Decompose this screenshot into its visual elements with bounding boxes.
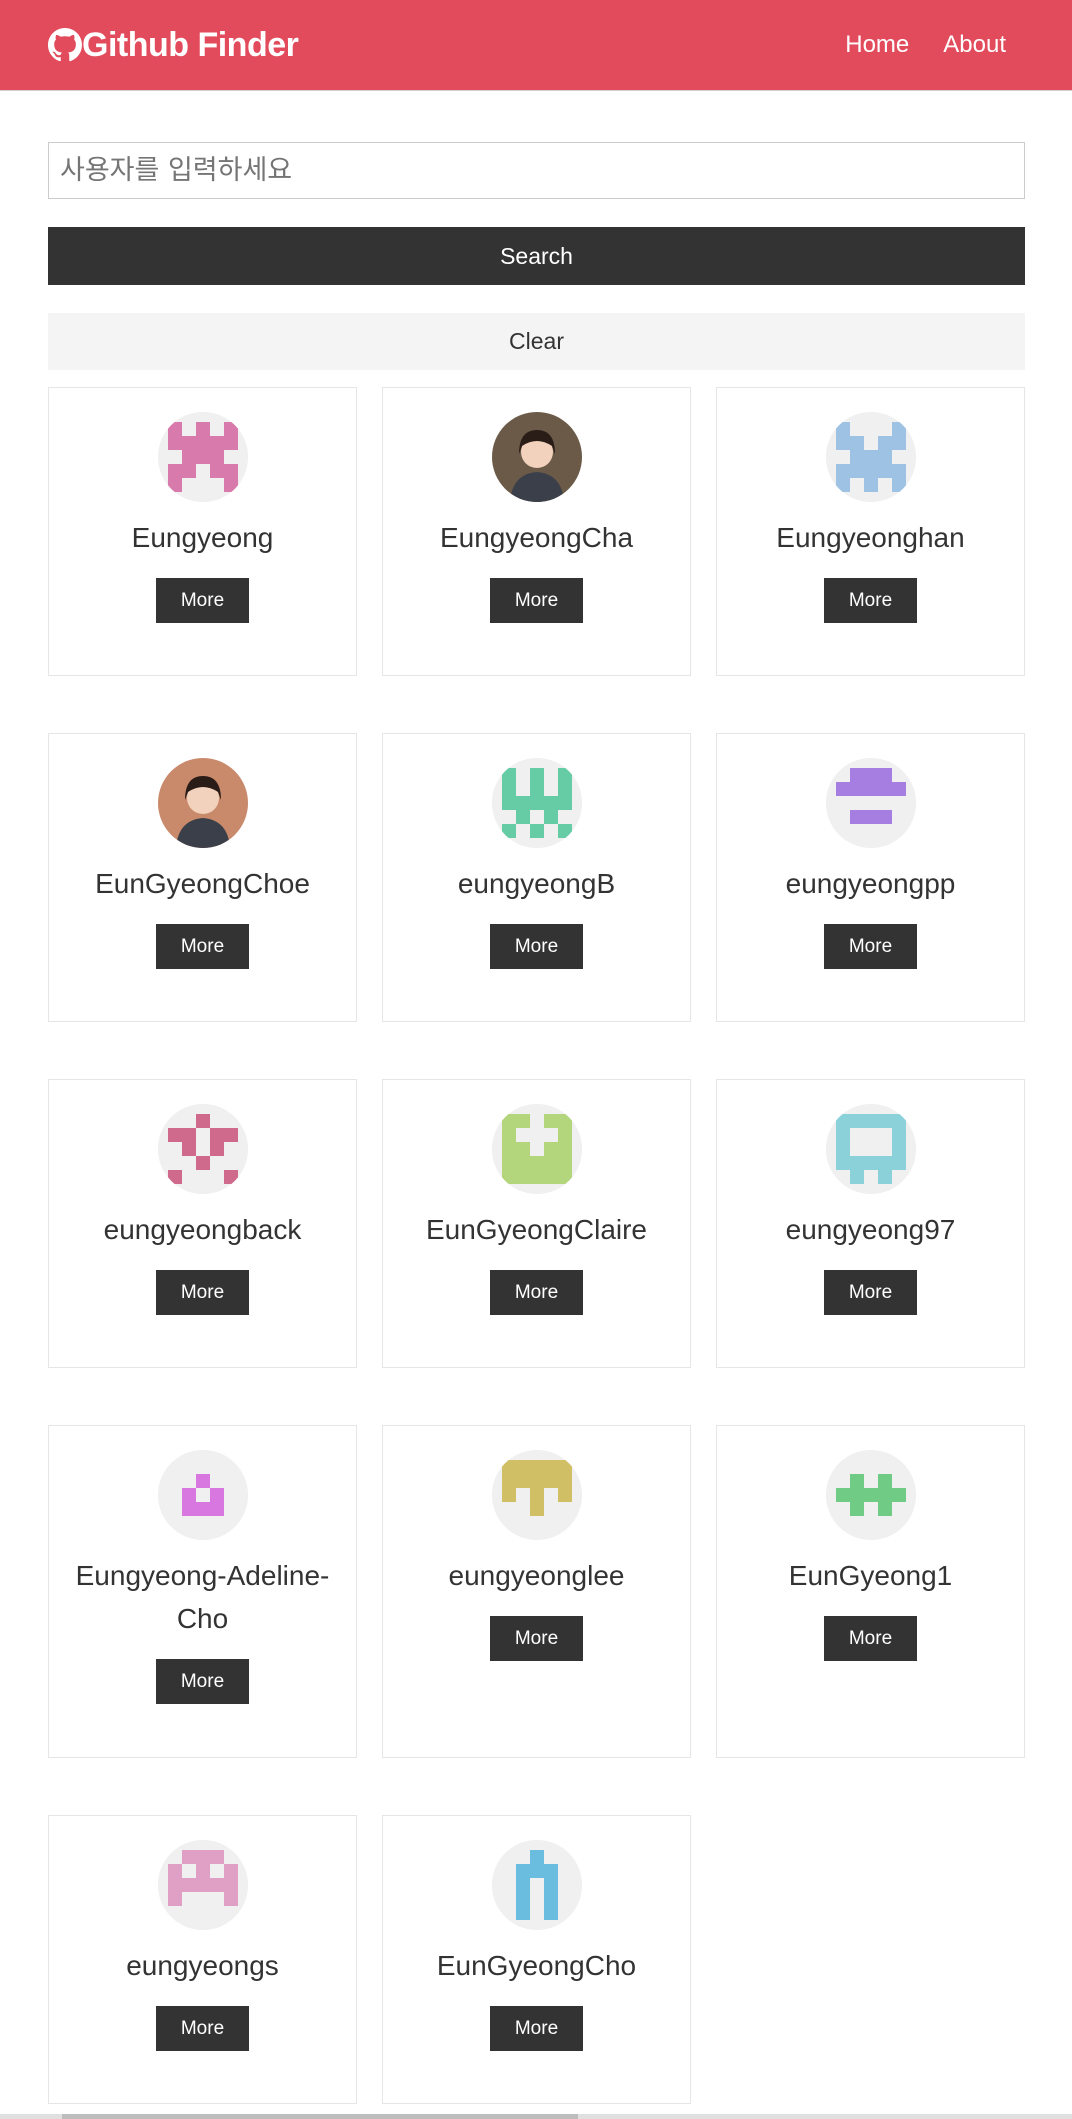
nav-links: Home About	[845, 31, 1006, 59]
user-login: eungyeong97	[785, 1214, 956, 1245]
user-card: eungyeongback More	[48, 1079, 357, 1368]
user-card: EunGyeong1 More	[716, 1425, 1025, 1758]
user-card: Eungyeonghan More	[716, 387, 1025, 676]
more-button[interactable]: More	[490, 1270, 583, 1315]
user-card: Eungyeong-Adeline-Cho More	[48, 1425, 357, 1758]
clear-button[interactable]: Clear	[48, 313, 1025, 370]
user-card: EungyeongCha More	[382, 387, 691, 676]
user-login: EunGyeongChoe	[95, 868, 310, 899]
user-login: Eungyeonghan	[776, 522, 965, 553]
user-login: eungyeongB	[457, 868, 616, 899]
user-card: eungyeonglee More	[382, 1425, 691, 1758]
user-card: eungyeong97 More	[716, 1079, 1025, 1368]
user-avatar	[157, 1450, 248, 1540]
navbar: Github Finder Home About	[0, 0, 1072, 91]
user-card: eungyeongs More	[48, 1815, 357, 2104]
user-card: EunGyeongClaire More	[382, 1079, 691, 1368]
brand[interactable]: Github Finder	[48, 25, 299, 65]
user-login: EunGyeong1	[788, 1560, 953, 1591]
user-avatar	[157, 412, 248, 502]
user-avatar	[825, 1450, 916, 1540]
more-button[interactable]: More	[156, 1659, 249, 1704]
user-card: eungyeongB More	[382, 733, 691, 1022]
more-button[interactable]: More	[490, 2006, 583, 2051]
nav-link-home[interactable]: Home	[845, 31, 909, 59]
user-avatar	[491, 758, 582, 848]
user-avatar	[491, 1450, 582, 1540]
user-avatar	[825, 412, 916, 502]
user-avatar	[157, 1840, 248, 1930]
more-button[interactable]: More	[824, 1616, 917, 1661]
user-login: Eungyeong-Adeline-Cho	[75, 1560, 330, 1634]
user-login: EungyeongCha	[439, 522, 634, 553]
scrollbar-thumb[interactable]	[62, 2114, 578, 2119]
user-avatar	[491, 412, 582, 502]
more-button[interactable]: More	[490, 578, 583, 623]
search-input[interactable]	[48, 142, 1025, 199]
more-button[interactable]: More	[490, 924, 583, 969]
user-card: EunGyeongChoe More	[48, 733, 357, 1022]
user-avatar	[157, 1104, 248, 1194]
nav-link-about[interactable]: About	[943, 31, 1006, 59]
user-avatar	[825, 758, 916, 848]
user-login: eungyeonglee	[448, 1560, 625, 1591]
more-button[interactable]: More	[156, 1270, 249, 1315]
more-button[interactable]: More	[824, 924, 917, 969]
more-button[interactable]: More	[490, 1616, 583, 1661]
user-login: EunGyeongClaire	[425, 1214, 648, 1245]
more-button[interactable]: More	[156, 578, 249, 623]
more-button[interactable]: More	[156, 924, 249, 969]
github-icon	[48, 28, 82, 62]
search-button[interactable]: Search	[48, 227, 1025, 285]
user-card: EunGyeongCho More	[382, 1815, 691, 2104]
user-login: eungyeongs	[126, 1950, 279, 1981]
user-avatar	[157, 758, 248, 848]
user-login: Eungyeong	[131, 522, 274, 553]
horizontal-scrollbar[interactable]	[0, 2114, 1072, 2119]
brand-title: Github Finder	[82, 25, 299, 64]
user-card: Eungyeong More	[48, 387, 357, 676]
user-login: EunGyeongCho	[436, 1950, 637, 1981]
user-avatar	[491, 1104, 582, 1194]
user-login: eungyeongpp	[785, 868, 956, 899]
user-avatar	[491, 1840, 582, 1930]
more-button[interactable]: More	[824, 578, 917, 623]
user-card: eungyeongpp More	[716, 733, 1025, 1022]
more-button[interactable]: More	[824, 1270, 917, 1315]
more-button[interactable]: More	[156, 2006, 249, 2051]
user-grid: Eungyeong More EungyeongCha More Eungyeongha…	[48, 387, 1025, 2119]
user-avatar	[825, 1104, 916, 1194]
user-login: eungyeongback	[103, 1214, 302, 1245]
